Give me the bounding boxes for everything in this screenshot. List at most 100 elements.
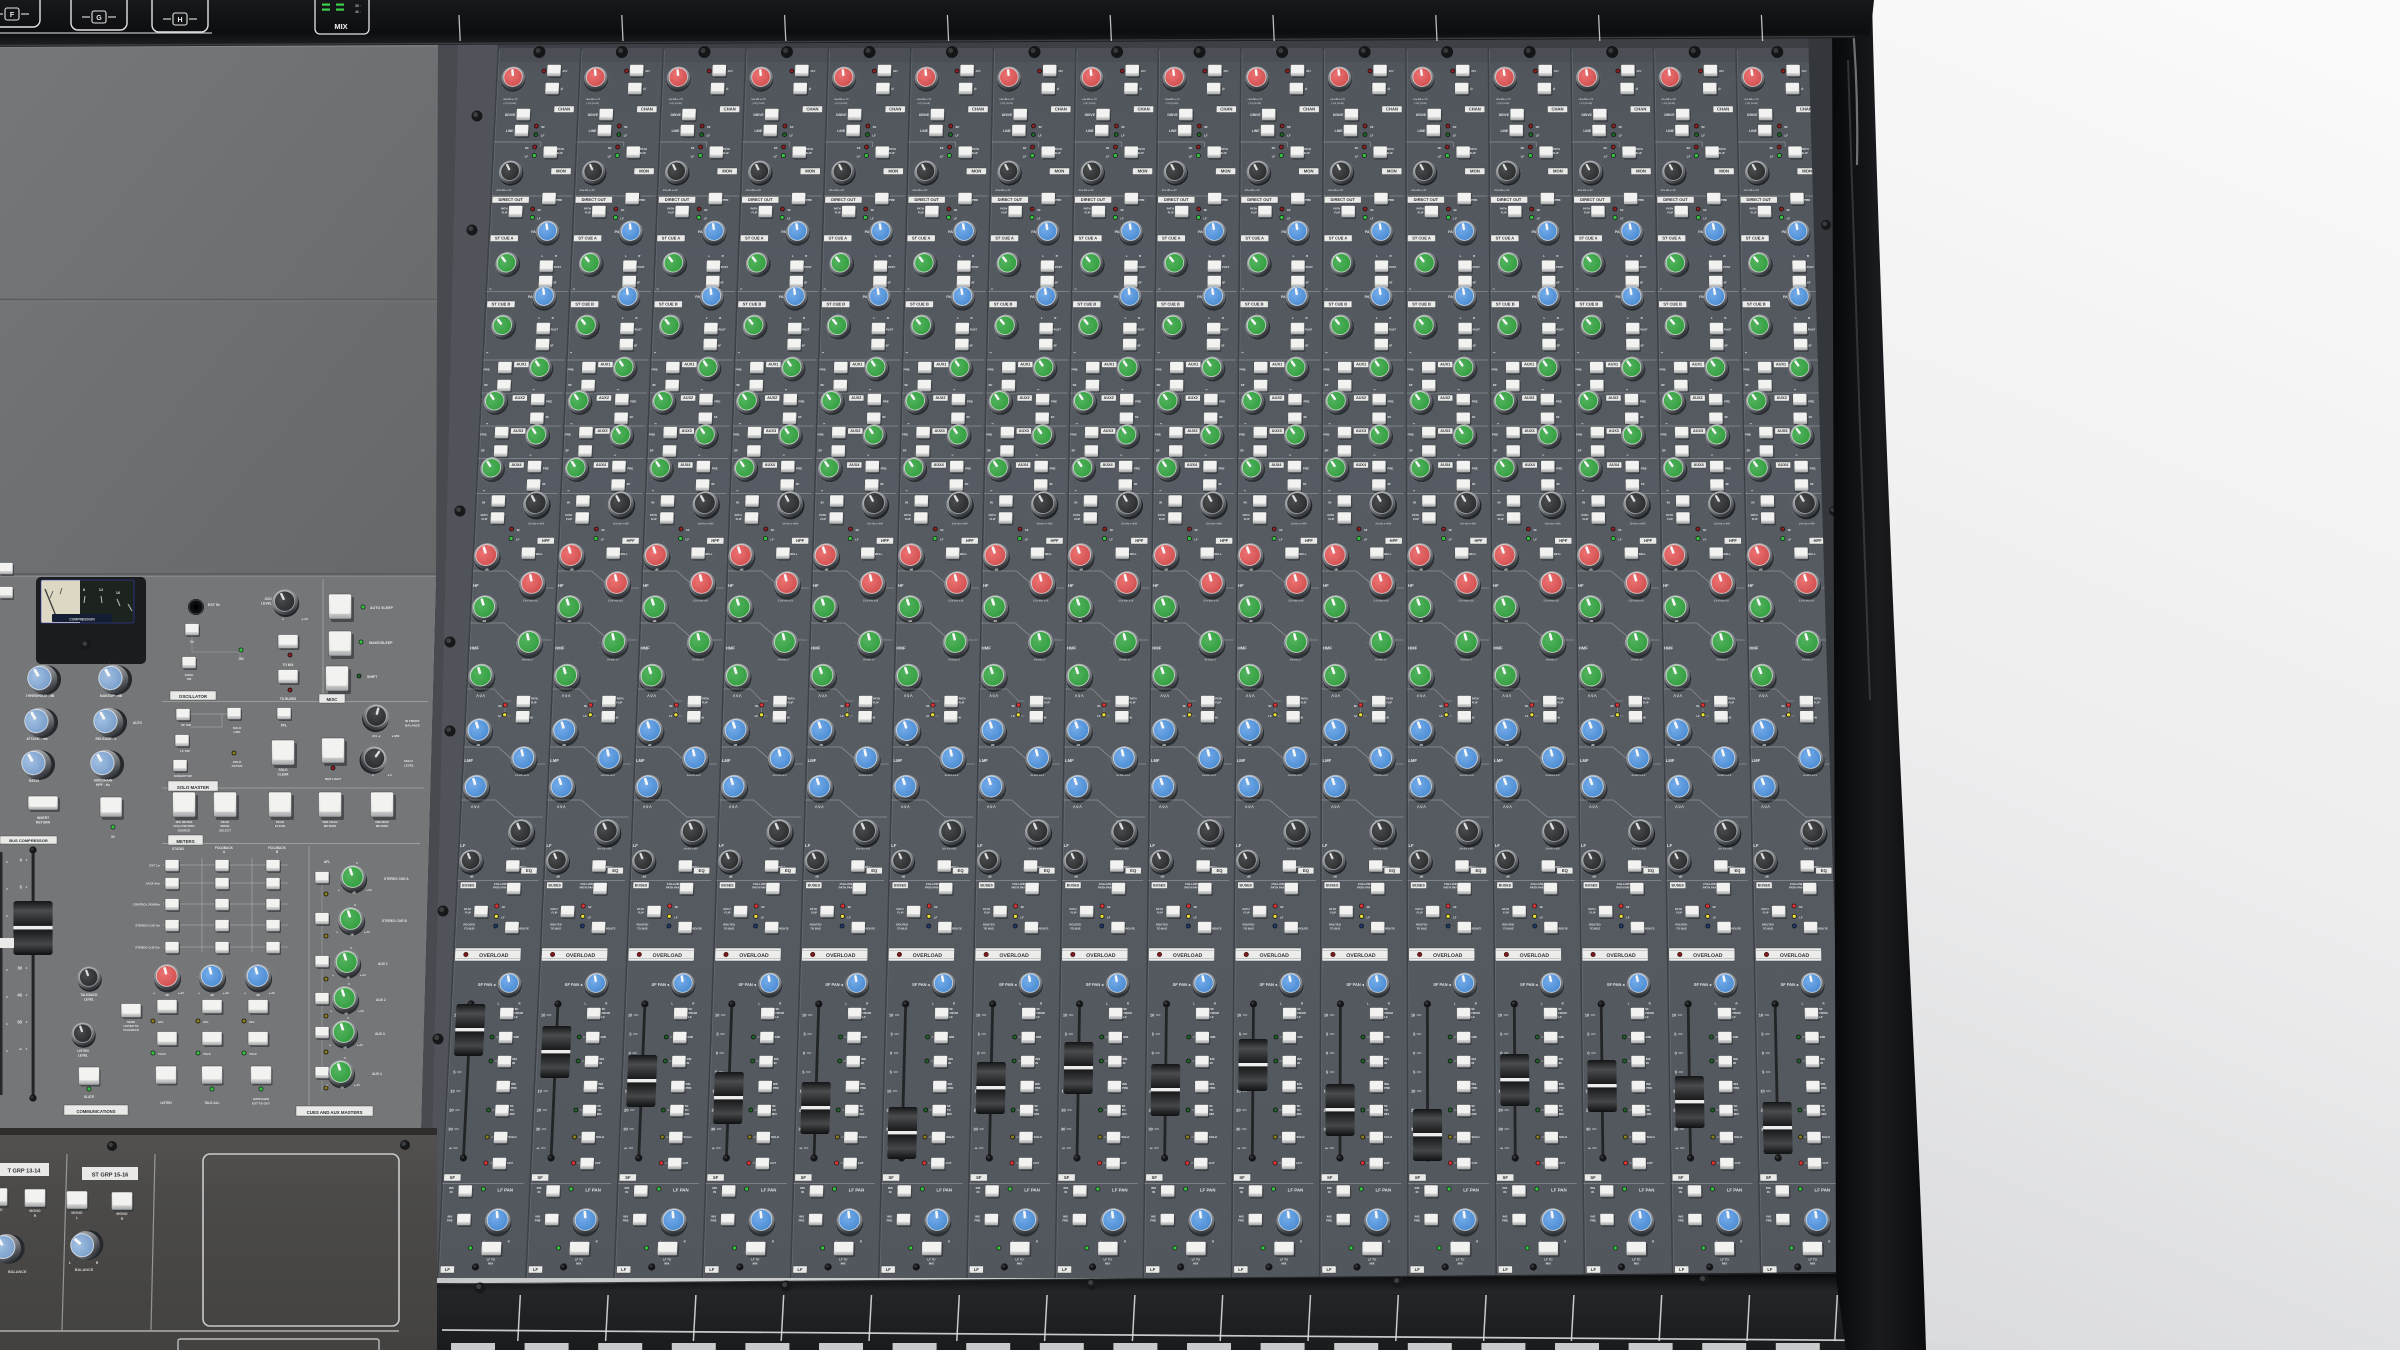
- svg-text:STEREO CUE B: STEREO CUE B: [382, 919, 407, 923]
- svg-text:SUBGRP SIP: SUBGRP SIP: [174, 774, 192, 778]
- svg-text:dB: dB: [343, 1047, 347, 1050]
- svg-text:∞: ∞: [338, 888, 340, 892]
- svg-text:LEVEL: LEVEL: [261, 602, 272, 606]
- svg-text:▸+10: ▸+10: [268, 991, 275, 995]
- svg-text:EXT TB OUT: EXT TB OUT: [252, 1102, 270, 1106]
- svg-text:TO BUSES: TO BUSES: [280, 697, 296, 701]
- svg-text:SOLO MASTER: SOLO MASTER: [177, 785, 210, 790]
- svg-text:MIX: MIX: [334, 22, 347, 31]
- svg-text:L: L: [69, 1261, 71, 1265]
- svg-text:∞: ∞: [153, 991, 155, 995]
- svg-text:∞: ∞: [19, 1046, 22, 1051]
- svg-text:LISTEN: LISTEN: [77, 1049, 89, 1053]
- svg-text:SELECT: SELECT: [219, 828, 231, 832]
- svg-text:R: R: [121, 1217, 124, 1221]
- svg-text:LISTEN: LISTEN: [160, 1101, 172, 1105]
- svg-text:F: F: [10, 12, 15, 19]
- svg-text:LF SIP: LF SIP: [180, 749, 190, 753]
- svg-text:▸+10: ▸+10: [356, 1044, 363, 1047]
- svg-text:MONO: MONO: [29, 1209, 40, 1213]
- svg-text:▸+10: ▸+10: [365, 889, 372, 892]
- svg-text:AFL: AFL: [324, 860, 331, 864]
- svg-text:OSC: OSC: [265, 597, 273, 601]
- svg-text:G: G: [96, 15, 102, 22]
- svg-text:AFL: AFL: [158, 1020, 164, 1024]
- svg-text:TALK: TALK: [203, 1052, 212, 1056]
- svg-text:ATTACK - ms: ATTACK - ms: [26, 737, 47, 741]
- svg-text:▸ MIX: ▸ MIX: [391, 734, 399, 738]
- svg-text:∞: ∞: [244, 991, 246, 995]
- svg-text:MISC: MISC: [327, 697, 339, 702]
- svg-text:▸+10: ▸+10: [359, 974, 366, 977]
- svg-text:ON: ON: [239, 657, 244, 661]
- svg-text:CLEAR: CLEAR: [278, 773, 290, 777]
- svg-text:∞: ∞: [326, 1083, 328, 1087]
- svg-text:SOLO: SOLO: [404, 759, 413, 763]
- svg-text:STEREO CUE A ▸: STEREO CUE A ▸: [135, 924, 160, 928]
- svg-text:SWITCHED: SWITCHED: [253, 1097, 270, 1101]
- svg-text:∞: ∞: [330, 1009, 332, 1013]
- svg-text:AFL ◂: AFL ◂: [372, 734, 380, 738]
- svg-text:TALK ALL: TALK ALL: [204, 1101, 219, 1105]
- svg-text:RELEASE - s: RELEASE - s: [96, 737, 117, 741]
- svg-text:SF SIP: SF SIP: [181, 723, 191, 727]
- svg-text:PFL: PFL: [281, 724, 287, 728]
- svg-text:∞: ∞: [332, 973, 334, 977]
- svg-text:BUS COMPRESSOR: BUS COMPRESSOR: [9, 838, 48, 843]
- svg-text:dB: dB: [165, 993, 169, 997]
- svg-text:HPF - Hz: HPF - Hz: [96, 783, 110, 787]
- svg-text:MONO: MONO: [71, 1211, 82, 1215]
- svg-text:∞: ∞: [198, 991, 200, 995]
- svg-text:WAKE/SLEEP: WAKE/SLEEP: [369, 641, 393, 645]
- svg-text:LINK: LINK: [234, 730, 242, 734]
- svg-text:dB: dB: [346, 977, 350, 980]
- svg-text:LEVEL: LEVEL: [78, 1054, 88, 1058]
- svg-text:▸+10: ▸+10: [301, 617, 309, 621]
- svg-text:RED LIGHT: RED LIGHT: [325, 777, 341, 781]
- svg-text:dB: dB: [350, 934, 354, 937]
- svg-text:ACTIVE: ACTIVE: [231, 764, 242, 768]
- svg-text:AFL: AFL: [203, 1020, 209, 1024]
- svg-text:dB: dB: [340, 1087, 344, 1090]
- svg-text:METERS: METERS: [376, 824, 389, 828]
- svg-text:T GRP 13-14: T GRP 13-14: [8, 1169, 42, 1175]
- svg-text:LEVEL: LEVEL: [84, 998, 94, 1002]
- svg-text:50: 50: [17, 1019, 22, 1024]
- svg-text:STEREO CUE A: STEREO CUE A: [384, 877, 409, 881]
- svg-text:AUTO: AUTO: [133, 721, 142, 725]
- svg-text:COMMUNICATIONS: COMMUNICATIONS: [76, 1109, 115, 1114]
- svg-text:CONTROL ROOM ▸: CONTROL ROOM ▸: [133, 903, 161, 907]
- svg-text:SLATE: SLATE: [84, 1095, 94, 1099]
- svg-text:R: R: [34, 1214, 37, 1218]
- svg-text:CLEAR: CLEAR: [275, 824, 286, 828]
- svg-text:AFL: AFL: [249, 1020, 255, 1024]
- svg-text:▸+10: ▸+10: [353, 1084, 360, 1087]
- svg-text:THRESHOLD - dB: THRESHOLD - dB: [26, 694, 55, 698]
- svg-text:LEVEL: LEVEL: [404, 764, 414, 768]
- svg-text:12: 12: [99, 587, 104, 592]
- svg-text:SOURCE: SOURCE: [178, 828, 191, 832]
- svg-text:TALKBACK: TALKBACK: [123, 1028, 140, 1032]
- svg-text:TO MIX: TO MIX: [283, 663, 295, 667]
- svg-text:AUX 2: AUX 2: [376, 998, 386, 1002]
- svg-text:TALKBACK: TALKBACK: [80, 993, 98, 997]
- svg-text:TALK: TALK: [249, 1052, 258, 1056]
- svg-text:STEREO CUE B ▸: STEREO CUE B ▸: [135, 946, 160, 950]
- svg-text:COMPRESSION: COMPRESSION: [69, 618, 95, 622]
- svg-text:H: H: [177, 17, 182, 24]
- svg-text:AUX 4: AUX 4: [372, 1072, 382, 1076]
- svg-text:AUX 1: AUX 1: [378, 962, 388, 966]
- svg-text:INSERT: INSERT: [37, 816, 50, 820]
- svg-text:∞: ∞: [336, 930, 338, 934]
- svg-text:dB: dB: [210, 993, 214, 997]
- svg-text:STUDIO: STUDIO: [172, 847, 185, 851]
- svg-text:SHIFT: SHIFT: [367, 675, 378, 679]
- svg-text:OSCILLATOR: OSCILLATOR: [179, 694, 208, 699]
- svg-text:∞: ∞: [329, 1043, 331, 1047]
- svg-text:SOLO: SOLO: [278, 768, 288, 772]
- svg-text:dB: dB: [256, 993, 260, 997]
- svg-text:BALANCE: BALANCE: [75, 1268, 94, 1272]
- svg-text:40 ·: 40 ·: [355, 10, 361, 14]
- svg-text:∞: ∞: [282, 617, 284, 621]
- svg-text:SIDECHAIN: SIDECHAIN: [94, 779, 113, 783]
